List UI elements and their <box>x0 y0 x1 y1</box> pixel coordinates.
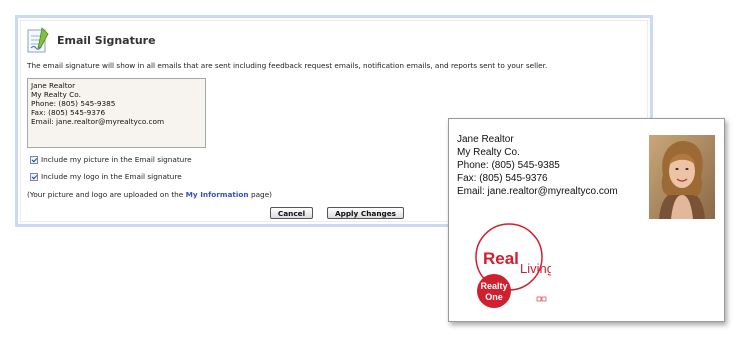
preview-line-fax: Fax: (805) 545-9376 <box>457 173 548 184</box>
include-logo-row[interactable]: Include my logo in the Email signature <box>30 172 182 181</box>
real-living-realty-one-logo: Real Living Realty One <box>475 223 551 308</box>
preview-line-name: Jane Realtor <box>457 134 514 145</box>
signature-preview-card: Jane Realtor My Realty Co. Phone: (805) … <box>448 118 725 322</box>
upload-note: (Your picture and logo are uploaded on t… <box>27 190 272 199</box>
logo-word-living: Living <box>520 261 551 276</box>
signature-line-fax: Fax: (805) 545-9376 <box>31 108 106 117</box>
apply-changes-button[interactable]: Apply Changes <box>327 207 404 219</box>
preview-line-email: Email: jane.realtor@myrealtyco.com <box>457 186 618 197</box>
logo-word-real: Real <box>483 249 519 268</box>
upload-note-suffix: page) <box>250 190 273 199</box>
include-picture-checkbox[interactable] <box>30 155 38 164</box>
signature-line-email: Email: jane.realtor@myrealtyco.com <box>31 117 165 126</box>
page-title: Email Signature <box>57 34 156 47</box>
include-picture-label[interactable]: Include my picture in the Email signatur… <box>41 155 192 164</box>
my-information-link[interactable]: My Information <box>186 190 249 199</box>
include-logo-checkbox[interactable] <box>30 172 38 181</box>
logo-word-one: One <box>485 292 503 302</box>
signature-line-company: My Realty Co. <box>31 90 81 99</box>
realtor-photo <box>649 135 715 219</box>
preview-signature-text: Jane Realtor My Realty Co. Phone: (805) … <box>457 133 618 198</box>
signature-textarea[interactable]: Jane Realtor My Realty Co. Phone: (805) … <box>27 78 206 148</box>
signature-document-icon <box>27 27 49 53</box>
include-picture-row[interactable]: Include my picture in the Email signatur… <box>30 155 192 164</box>
logo-word-realty: Realty <box>480 281 507 291</box>
signature-description: The email signature will show in all ema… <box>27 61 548 70</box>
preview-line-phone: Phone: (805) 545-9385 <box>457 160 560 171</box>
signature-line-name: Jane Realtor <box>31 81 76 90</box>
signature-line-phone: Phone: (805) 545-9385 <box>31 99 116 108</box>
cancel-button[interactable]: Cancel <box>270 207 313 219</box>
upload-note-prefix: (Your picture and logo are uploaded on t… <box>27 190 184 199</box>
include-logo-label[interactable]: Include my logo in the Email signature <box>41 172 182 181</box>
preview-line-company: My Realty Co. <box>457 147 520 158</box>
